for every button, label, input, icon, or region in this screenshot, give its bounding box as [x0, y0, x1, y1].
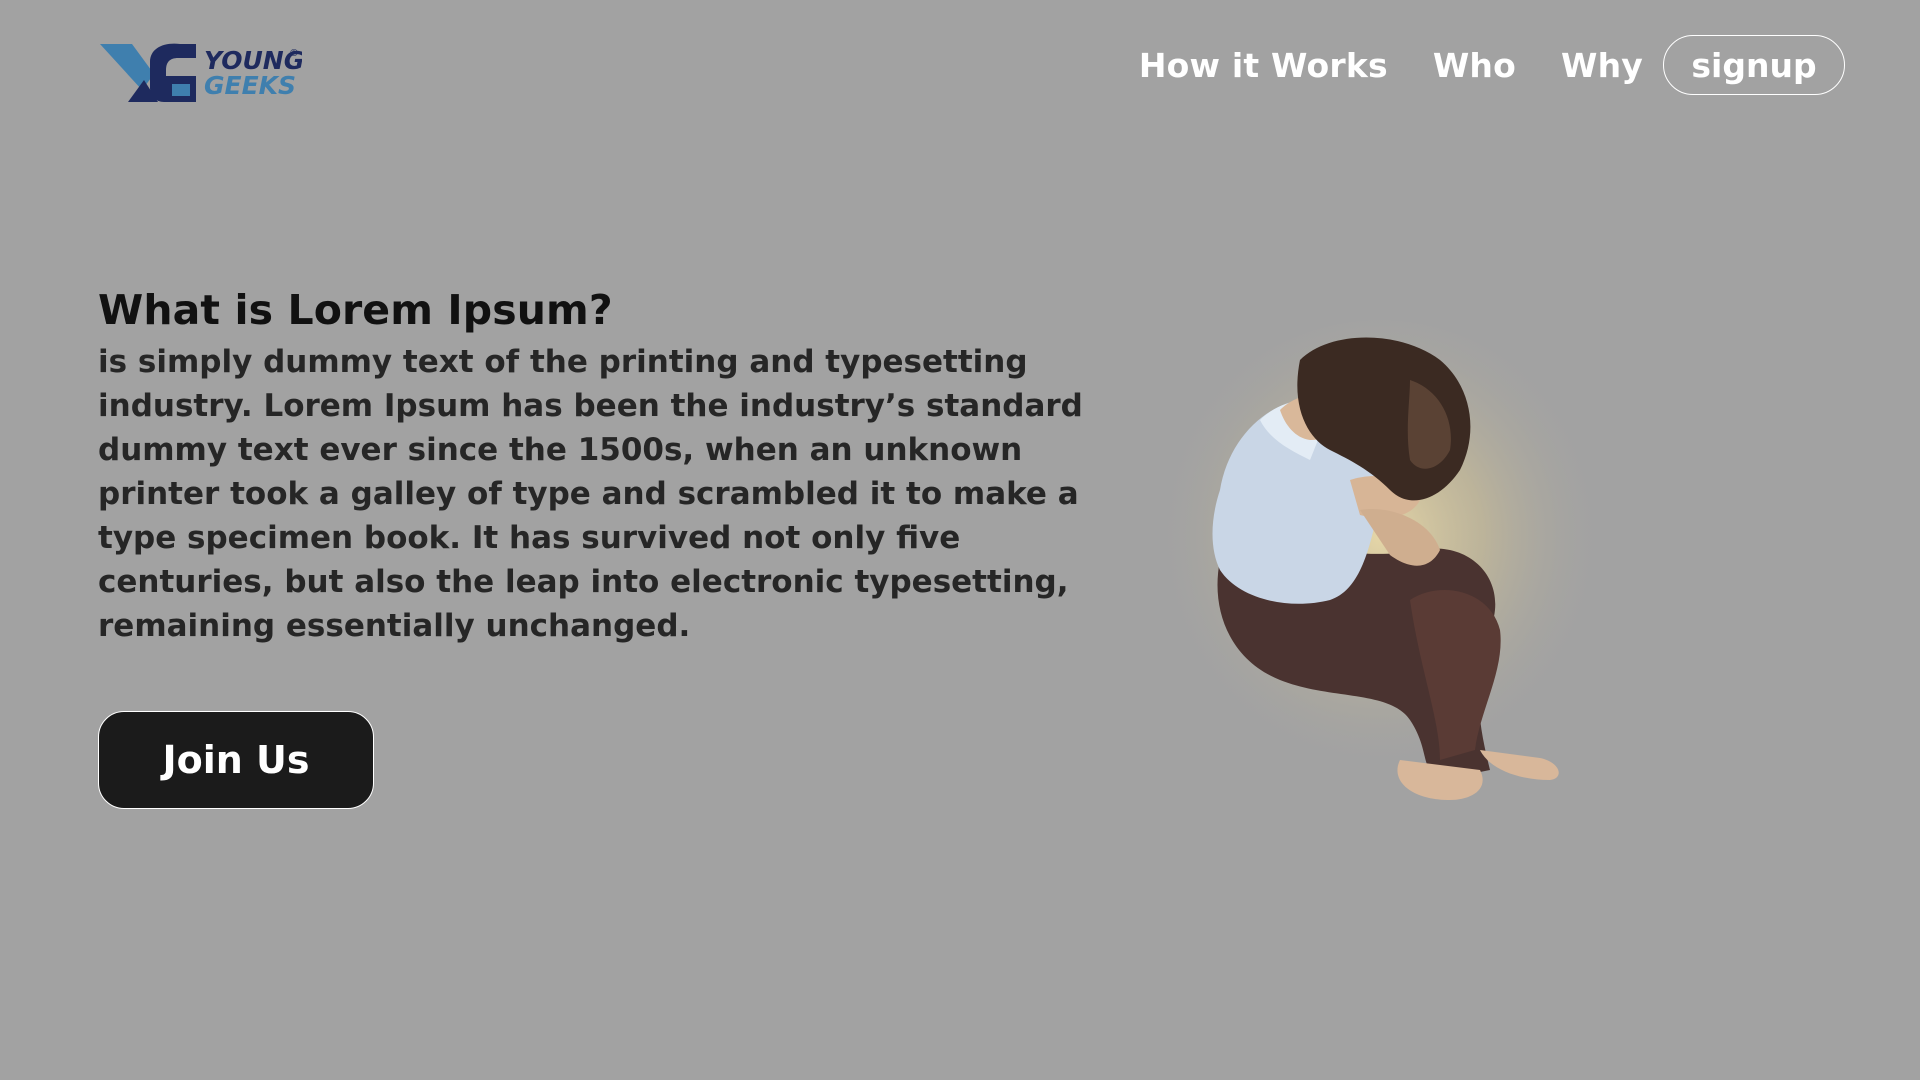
signup-button[interactable]: signup: [1663, 35, 1845, 95]
crouching-person-illustration: [1110, 300, 1630, 820]
hero-section: What is Lorem Ipsum? is simply dummy tex…: [98, 282, 1088, 648]
join-us-button[interactable]: Join Us: [98, 711, 374, 809]
crouching-person-icon: [1150, 320, 1610, 800]
nav-how-it-works[interactable]: How it Works: [1139, 46, 1388, 85]
nav-who[interactable]: Who: [1433, 46, 1516, 85]
logo-line2: GEEKS: [204, 71, 296, 100]
main-nav: How it Works Who Why signup: [1139, 34, 1845, 96]
hero-title: What is Lorem Ipsum?: [98, 286, 613, 334]
registered-mark: ®: [289, 48, 299, 59]
logo-mark-icon: YOUNG GEEKS ®: [100, 43, 302, 102]
nav-why[interactable]: Why: [1561, 46, 1643, 85]
hero-description: is simply dummy text of the printing and…: [98, 344, 1083, 644]
young-geeks-logo[interactable]: YOUNG GEEKS ®: [98, 40, 302, 106]
